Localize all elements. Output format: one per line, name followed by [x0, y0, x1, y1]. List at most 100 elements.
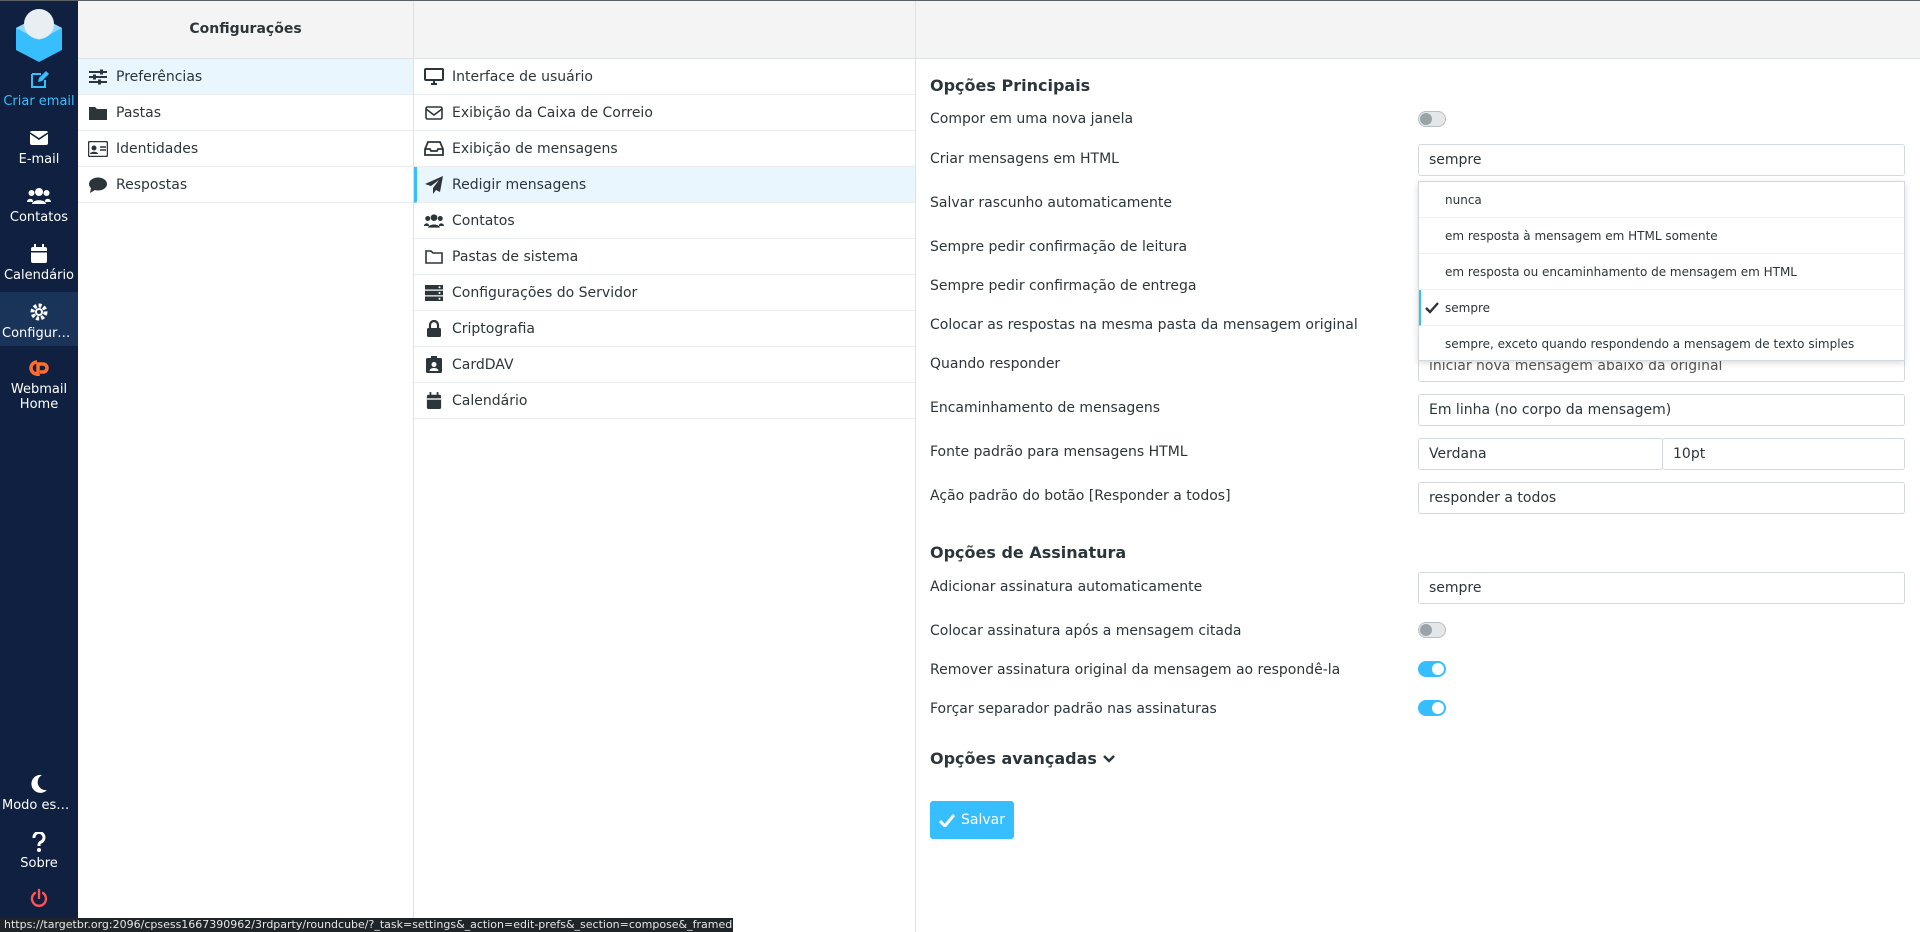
- nav-compose-label: Criar email: [3, 94, 75, 109]
- paper-plane-icon: [424, 175, 444, 194]
- chevron-down-icon: [1103, 754, 1115, 763]
- forward-mode-select[interactable]: Em linha (no corpo da mensagem): [1418, 394, 1905, 426]
- section-item-label: Calendário: [452, 392, 528, 409]
- nav-logout[interactable]: [0, 888, 78, 912]
- default-font-select[interactable]: Verdana: [1418, 438, 1663, 470]
- section-item-label: Redigir mensagens: [452, 176, 587, 193]
- users-icon: [27, 188, 51, 204]
- nav-email[interactable]: E-mail: [0, 128, 78, 170]
- section-item-calendar[interactable]: Calendário: [414, 383, 915, 419]
- question-icon: [32, 832, 46, 852]
- roundcube-logo: [16, 9, 62, 62]
- section-item-encryption[interactable]: Criptografia: [414, 311, 915, 347]
- nav-contacts[interactable]: Contatos: [0, 186, 78, 228]
- calendar-icon: [424, 391, 444, 410]
- compose-window-label: Compor em uma nova janela: [930, 111, 1134, 127]
- sig-auto-add-select[interactable]: sempre: [1418, 572, 1905, 604]
- html-compose-dropdown: nunca em resposta à mensagem em HTML som…: [1418, 181, 1905, 361]
- settings-header: Configurações: [78, 0, 413, 59]
- sig-strip-toggle[interactable]: [1418, 661, 1446, 677]
- moon-icon: [31, 774, 47, 793]
- section-item-server-settings[interactable]: Configurações do Servidor: [414, 275, 915, 311]
- users-icon: [424, 212, 444, 230]
- section-item-label: Contatos: [452, 212, 515, 229]
- dropdown-option-always[interactable]: sempre: [1419, 290, 1904, 326]
- check-icon: [939, 813, 955, 827]
- reply-mode-label: Quando responder: [930, 356, 1061, 372]
- forward-mode-label: Encaminhamento de mensagens: [930, 400, 1161, 416]
- section-item-mailbox-view[interactable]: Exibição da Caixa de Correio: [414, 95, 915, 131]
- server-icon: [424, 284, 444, 302]
- power-icon: [30, 888, 48, 907]
- section-item-label: CardDAV: [452, 356, 514, 373]
- envelope-icon: [29, 131, 49, 145]
- compose-window-toggle[interactable]: [1418, 111, 1446, 127]
- section-item-system-folders[interactable]: Pastas de sistema: [414, 239, 915, 275]
- sig-separator-label: Forçar separador padrão nas assinaturas: [930, 701, 1217, 717]
- check-icon: [1425, 302, 1439, 314]
- html-compose-label: Criar mensagens em HTML: [930, 151, 1119, 167]
- monitor-icon: [424, 68, 444, 86]
- dropdown-option-reply-forward-html[interactable]: em resposta ou encaminhamento de mensage…: [1419, 254, 1904, 290]
- sections-list: Interface de usuário Exibição da Caixa d…: [414, 0, 916, 932]
- settings-item-preferences[interactable]: Preferências: [78, 59, 413, 95]
- dropdown-option-always-except-plain[interactable]: sempre, exceto quando respondendo a mens…: [1419, 326, 1904, 362]
- nav-about-label: Sobre: [20, 856, 58, 871]
- section-item-label: Exibição da Caixa de Correio: [452, 104, 653, 121]
- nav-webmail-home[interactable]: Webmail Home: [0, 358, 78, 412]
- delivery-receipt-label: Sempre pedir confirmação de entrega: [930, 278, 1197, 294]
- lock-icon: [424, 320, 444, 338]
- content-header: [916, 0, 1920, 59]
- nav-settings[interactable]: Configuraç…: [0, 292, 78, 346]
- section-main-options-title: Opções Principais: [930, 76, 1091, 95]
- settings-item-folders[interactable]: Pastas: [78, 95, 413, 131]
- comment-icon: [88, 176, 108, 194]
- nav-dark-mode[interactable]: Modo escuro: [0, 774, 78, 816]
- advanced-options-toggle[interactable]: Opções avançadas: [930, 749, 1115, 768]
- save-button[interactable]: Salvar: [930, 801, 1014, 839]
- section-item-label: Pastas de sistema: [452, 248, 579, 265]
- section-item-compose[interactable]: Redigir mensagens: [414, 167, 915, 203]
- folder-icon: [88, 104, 108, 122]
- sliders-icon: [88, 68, 108, 86]
- section-item-message-view[interactable]: Exibição de mensagens: [414, 131, 915, 167]
- nav-about[interactable]: Sobre: [0, 832, 78, 874]
- nav-webmail-home-label: Webmail Home: [10, 382, 68, 412]
- html-compose-select[interactable]: sempre: [1418, 144, 1905, 176]
- settings-item-responses[interactable]: Respostas: [78, 167, 413, 203]
- envelope-outline-icon: [424, 104, 444, 122]
- nav-compose[interactable]: Criar email: [0, 70, 78, 112]
- nav-calendar-label: Calendário: [3, 268, 75, 283]
- settings-list: Configurações Preferências Pastas Identi…: [78, 0, 414, 932]
- reply-all-label: Ação padrão do botão [Responder a todos]: [930, 488, 1231, 504]
- section-item-user-interface[interactable]: Interface de usuário: [414, 59, 915, 95]
- settings-item-label: Respostas: [116, 176, 188, 193]
- sig-auto-add-label: Adicionar assinatura automaticamente: [930, 579, 1203, 595]
- section-item-label: Criptografia: [452, 320, 535, 337]
- sig-below-quote-toggle[interactable]: [1418, 622, 1446, 638]
- nav-dark-mode-label: Modo escuro: [2, 798, 78, 813]
- section-item-label: Configurações do Servidor: [452, 284, 638, 301]
- inbox-icon: [424, 140, 444, 158]
- section-item-contacts[interactable]: Contatos: [414, 203, 915, 239]
- default-font-size-select[interactable]: 10pt: [1662, 438, 1905, 470]
- advanced-options-label: Opções avançadas: [930, 749, 1097, 768]
- section-item-carddav[interactable]: CardDAV: [414, 347, 915, 383]
- settings-item-label: Pastas: [116, 104, 162, 121]
- same-folder-label: Colocar as respostas na mesma pasta da m…: [930, 317, 1358, 333]
- section-signature-title: Opções de Assinatura: [930, 543, 1127, 562]
- settings-item-label: Preferências: [116, 68, 203, 85]
- nav-calendar[interactable]: Calendário: [0, 244, 78, 286]
- settings-item-identities[interactable]: Identidades: [78, 131, 413, 167]
- main-nav: Criar email E-mail Contatos Calendário C…: [0, 0, 78, 932]
- sig-separator-toggle[interactable]: [1418, 700, 1446, 716]
- compose-icon: [31, 71, 49, 88]
- reply-all-select[interactable]: responder a todos: [1418, 482, 1905, 514]
- dropdown-option-never[interactable]: nunca: [1419, 182, 1904, 218]
- default-font-label: Fonte padrão para mensagens HTML: [930, 444, 1188, 460]
- nav-email-label: E-mail: [18, 152, 60, 167]
- nav-settings-label: Configuraç…: [2, 326, 78, 341]
- dropdown-option-reply-html[interactable]: em resposta à mensagem em HTML somente: [1419, 218, 1904, 254]
- settings-item-label: Identidades: [116, 140, 199, 157]
- calendar-icon: [31, 244, 47, 263]
